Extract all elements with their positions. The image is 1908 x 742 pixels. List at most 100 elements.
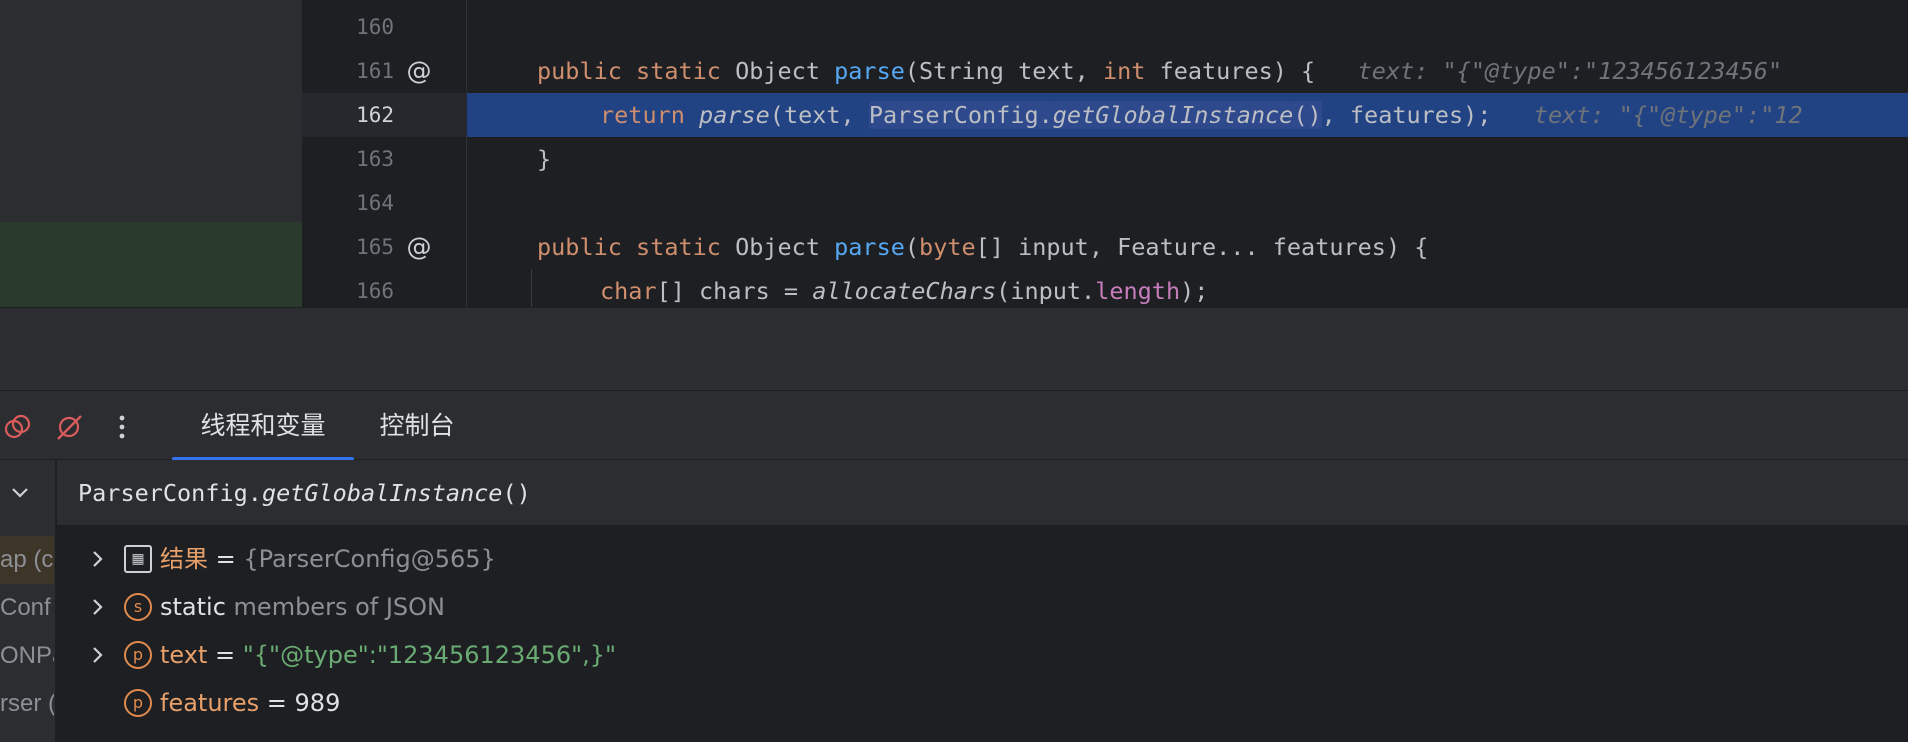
evaluate-expression-bar[interactable]: ParserConfig.getGlobalInstance() bbox=[57, 460, 1908, 526]
line-number[interactable]: 164 bbox=[302, 181, 394, 225]
code-token: ); bbox=[1180, 277, 1209, 305]
code-token: } bbox=[537, 145, 552, 173]
code-token: (text, bbox=[769, 101, 869, 129]
expression-prefix: ParserConfig. bbox=[78, 479, 262, 507]
code-token: byte bbox=[919, 233, 976, 261]
code-line[interactable]: 160 bbox=[302, 5, 1908, 49]
variable-text: 结果 = {ParserConfig@565} bbox=[160, 535, 496, 583]
code-cell: public static Object parse(byte[] input,… bbox=[467, 225, 1908, 269]
frame-item[interactable]: ap (c bbox=[0, 536, 54, 584]
override-marker-icon[interactable]: @ bbox=[406, 58, 432, 84]
inline-value-hint: text: "{"@type":"123456123456" bbox=[1315, 57, 1783, 85]
more-options-icon[interactable] bbox=[106, 411, 138, 443]
expression-suffix: () bbox=[502, 479, 531, 507]
variable-value: {ParserConfig@565} bbox=[243, 545, 496, 573]
code-text: } bbox=[537, 137, 551, 181]
code-token: public bbox=[537, 233, 637, 261]
code-text: char[] chars = allocateChars(input.lengt… bbox=[600, 269, 1208, 307]
code-cell: char[] chars = allocateChars(input.lengt… bbox=[467, 269, 1908, 307]
code-cell: public static Object parse(String text, … bbox=[467, 49, 1908, 93]
override-marker-icon[interactable]: @ bbox=[406, 234, 432, 260]
panel-spacer bbox=[0, 307, 1908, 390]
code-cell: return parse(text, ParserConfig.getGloba… bbox=[467, 93, 1908, 137]
parameter-icon: p bbox=[124, 641, 152, 669]
debug-toolbar: 线程和变量 控制台 bbox=[0, 390, 1908, 461]
frames-list: ap (c Conf ONPa rser ( bbox=[0, 460, 56, 742]
code-token: , features); bbox=[1321, 101, 1492, 129]
selected-token: () bbox=[1293, 101, 1322, 129]
variable-eq bbox=[226, 593, 234, 621]
variable-name: 结果 bbox=[160, 545, 208, 573]
parameter-icon: p bbox=[124, 689, 152, 717]
indent-guide bbox=[531, 269, 532, 307]
calculator-icon: ▦ bbox=[124, 545, 152, 573]
code-cell: } bbox=[467, 137, 1908, 181]
code-line[interactable]: 163} bbox=[302, 137, 1908, 181]
code-token: features) { bbox=[1159, 57, 1316, 85]
code-token: parse bbox=[699, 101, 770, 129]
code-line[interactable]: 161 @ public static Object parse(String te… bbox=[302, 49, 1908, 93]
variable-value: "{"@type":"123456123456",}" bbox=[242, 641, 617, 669]
variable-row-static[interactable]: s static members of JSON bbox=[57, 583, 1908, 631]
changed-region-highlight bbox=[0, 222, 302, 307]
code-line[interactable]: 162 return parse(text, ParserConfig.getGl… bbox=[302, 93, 1908, 137]
variable-row-features[interactable]: p features = 989 bbox=[57, 679, 1908, 727]
chevron-down-icon[interactable] bbox=[8, 480, 32, 504]
variable-text: text = "{"@type":"123456123456",}" bbox=[160, 631, 616, 679]
line-number[interactable]: 161 bbox=[302, 49, 394, 93]
frame-item[interactable]: rser ( bbox=[0, 680, 54, 728]
code-editor[interactable]: 160 161 @ public static Object parse(String… bbox=[0, 0, 1908, 307]
line-number[interactable]: 163 bbox=[302, 137, 394, 181]
view-breakpoints-icon[interactable] bbox=[2, 411, 34, 443]
code-token: [] chars = bbox=[656, 277, 813, 305]
inline-value-hint: text: "{"@type":"12 bbox=[1491, 101, 1803, 129]
code-text: public static Object parse(byte[] input,… bbox=[537, 225, 1428, 269]
tab-threads-variables[interactable]: 线程和变量 bbox=[172, 391, 354, 461]
code-cell bbox=[467, 5, 1908, 49]
line-number[interactable]: 165 bbox=[302, 225, 394, 269]
chevron-right-icon[interactable] bbox=[85, 643, 109, 667]
code-token: parse bbox=[834, 233, 905, 261]
expression-text: ParserConfig.getGlobalInstance() bbox=[78, 460, 531, 526]
code-token: Object bbox=[735, 57, 835, 85]
variable-value: 989 bbox=[294, 689, 341, 717]
code-token: (input. bbox=[996, 277, 1096, 305]
code-token: [] input, Feature... features) { bbox=[975, 233, 1429, 261]
mute-breakpoints-icon[interactable] bbox=[53, 411, 85, 443]
tab-console[interactable]: 控制台 bbox=[368, 391, 466, 461]
selected-token: ParserConfig. bbox=[868, 101, 1053, 129]
code-token: parse bbox=[834, 57, 905, 85]
static-icon: s bbox=[124, 593, 152, 621]
variable-eq: = bbox=[259, 689, 295, 717]
variables-panel: ParserConfig.getGlobalInstance() ▦ 结果 = … bbox=[57, 460, 1908, 742]
selected-token: getGlobalInstance bbox=[1052, 101, 1294, 129]
variable-eq: = bbox=[207, 641, 243, 669]
code-token: length bbox=[1095, 277, 1181, 305]
code-line[interactable]: 165 @ public static Object parse(byte[] in… bbox=[302, 225, 1908, 269]
variable-row-result[interactable]: ▦ 结果 = {ParserConfig@565} bbox=[57, 535, 1908, 583]
code-token: (String text, bbox=[904, 57, 1103, 85]
code-token: static bbox=[636, 233, 736, 261]
variable-eq: = bbox=[208, 545, 244, 573]
chevron-right-icon[interactable] bbox=[85, 547, 109, 571]
code-token: public bbox=[537, 57, 637, 85]
code-token: static bbox=[636, 57, 736, 85]
project-panel bbox=[0, 0, 302, 307]
frame-item[interactable]: ONPa bbox=[0, 632, 54, 680]
code-token: int bbox=[1102, 57, 1160, 85]
frame-item[interactable]: Conf bbox=[0, 584, 54, 632]
line-number[interactable]: 160 bbox=[302, 5, 394, 49]
code-token: ( bbox=[904, 233, 920, 261]
variable-name: static bbox=[160, 593, 226, 621]
code-token: return bbox=[600, 101, 700, 129]
variable-text: static members of JSON bbox=[160, 583, 445, 631]
variable-row-text[interactable]: p text = "{"@type":"123456123456",}" bbox=[57, 631, 1908, 679]
code-line[interactable]: 166 char[] chars = allocateChars(input.le… bbox=[302, 269, 1908, 307]
chevron-right-icon[interactable] bbox=[85, 595, 109, 619]
line-number[interactable]: 166 bbox=[302, 269, 394, 307]
code-token: allocateChars bbox=[812, 277, 997, 305]
variable-text: features = 989 bbox=[160, 679, 340, 727]
line-number[interactable]: 162 bbox=[302, 93, 394, 137]
code-token: char bbox=[600, 277, 657, 305]
code-line[interactable]: 164 bbox=[302, 181, 1908, 225]
